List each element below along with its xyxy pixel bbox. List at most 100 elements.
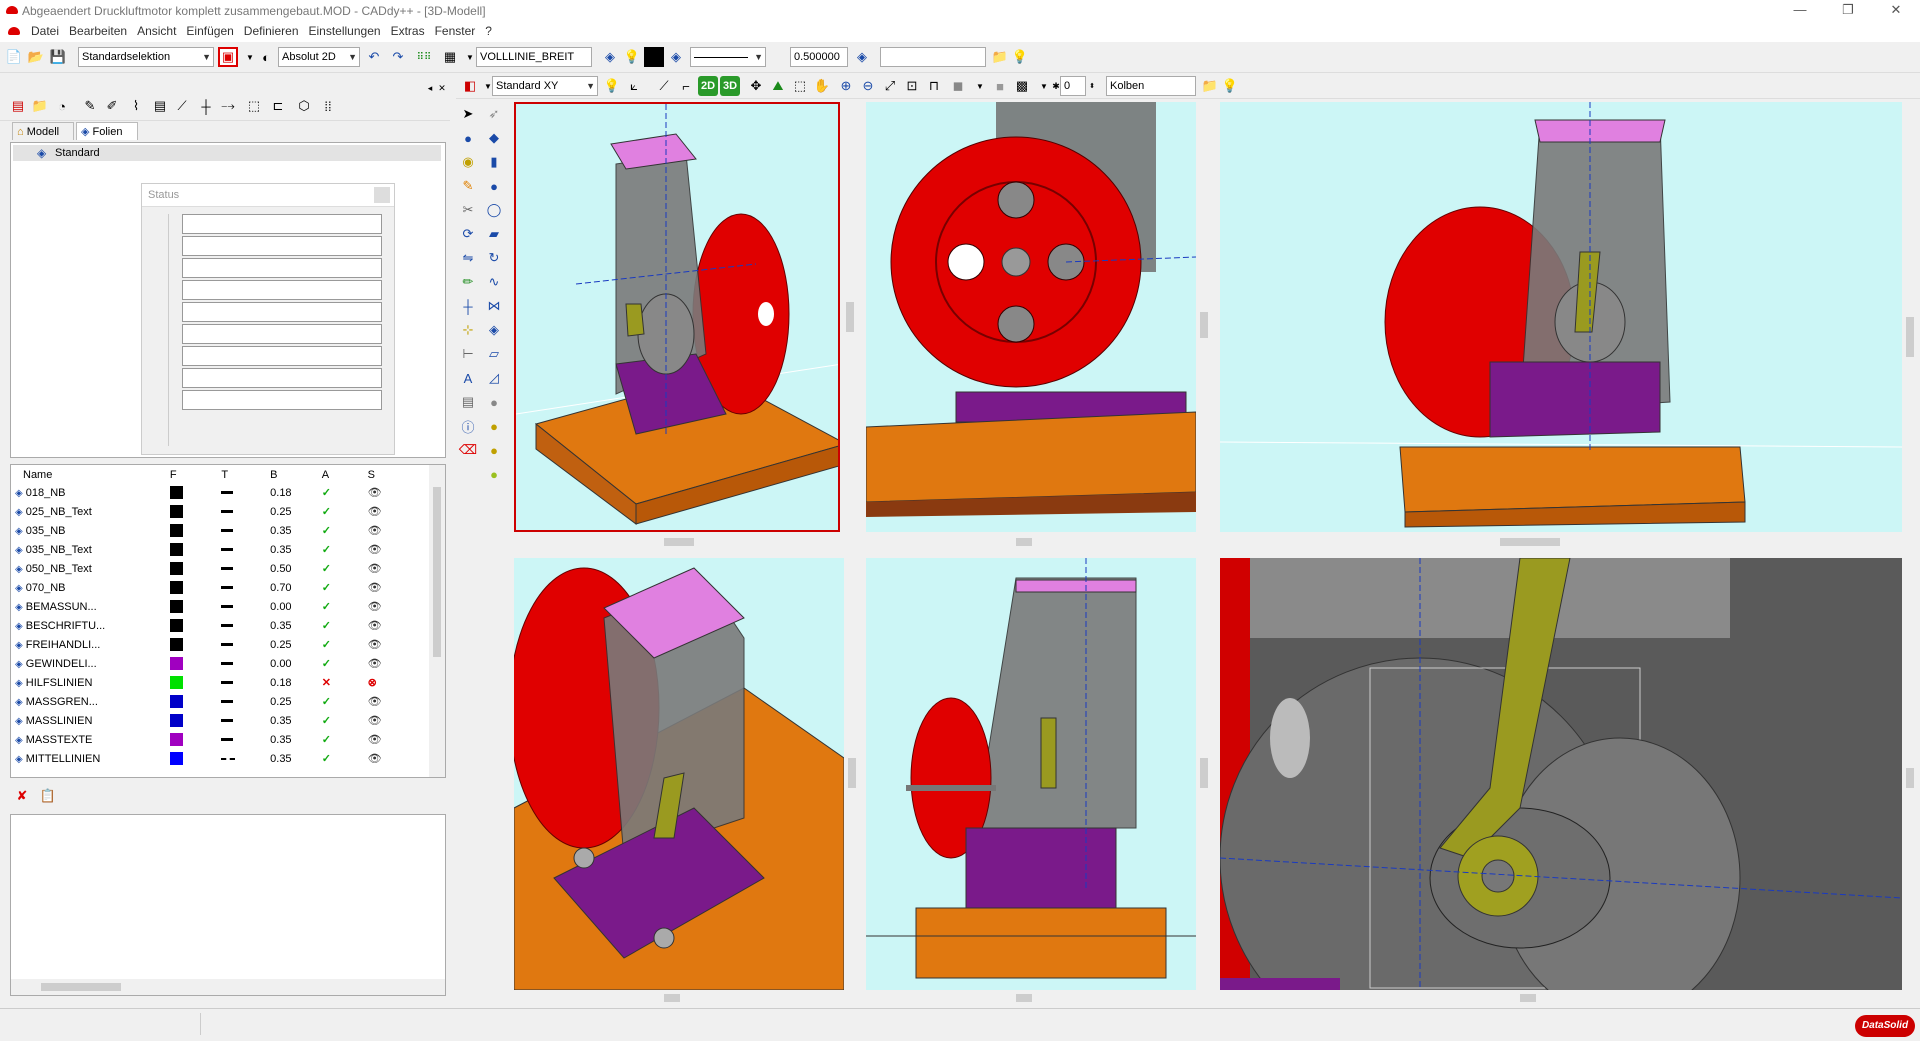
extrude-icon[interactable]: ▰ [484, 224, 504, 244]
sphere-yellow-icon[interactable]: ● [484, 440, 504, 460]
check-icon[interactable]: ✓ [322, 487, 331, 499]
tab-modell[interactable]: ⌂ Modell [12, 122, 74, 140]
viewport-detail[interactable] [1220, 558, 1902, 990]
edge-icon[interactable]: ⌐ [676, 76, 696, 96]
cube-icon[interactable]: ⬡ [294, 96, 314, 116]
check-icon[interactable]: ✓ [322, 601, 331, 613]
eye-hidden-icon[interactable]: ⊗ [368, 677, 377, 689]
viewport-iso-1[interactable] [514, 102, 840, 532]
status-field[interactable] [182, 280, 382, 300]
layer-row[interactable]: ◈ MASSLINIEN 0.35 ✓ 👁 [15, 711, 425, 730]
menu-einfuegen[interactable]: Einfügen [181, 22, 238, 40]
column-b[interactable]: B [270, 467, 322, 483]
viewport-iso-1-hscroll[interactable] [514, 534, 842, 550]
eye-icon[interactable]: 👁 [368, 620, 382, 632]
zoom-fit-icon[interactable]: ⊡ [902, 76, 922, 96]
layer-row[interactable]: ◈ 035_NB 0.35 ✓ 👁 [15, 521, 425, 540]
pan-hand-icon[interactable]: ✋ [812, 76, 832, 96]
check-icon[interactable]: ✓ [322, 715, 331, 727]
shade-icon[interactable]: ■ [990, 76, 1010, 96]
eye-icon[interactable]: 👁 [368, 525, 382, 537]
redo-icon[interactable]: ↷ [388, 47, 408, 67]
hscroll-thumb[interactable] [664, 994, 680, 1002]
line-width-field[interactable]: 0.500000 [790, 47, 848, 67]
layer-folder-icon[interactable]: 📁 [990, 47, 1010, 67]
slot-icon[interactable]: ⊏ [268, 96, 288, 116]
check-icon[interactable]: ✓ [322, 620, 331, 632]
layer-row[interactable]: ◈ 035_NB_Text 0.35 ✓ 👁 [15, 540, 425, 559]
print-icon[interactable]: ▤ [8, 96, 28, 116]
viewport-top-iso-vscroll[interactable] [844, 558, 860, 990]
sphere-icon[interactable]: ● [458, 128, 478, 148]
viewport-front[interactable] [866, 558, 1196, 990]
color-swatch-icon[interactable] [644, 47, 664, 67]
layer-color-swatch[interactable] [169, 752, 183, 765]
menu-ansicht[interactable]: Ansicht [132, 22, 181, 40]
check-icon[interactable]: ✓ [322, 563, 331, 575]
status-field[interactable] [182, 302, 382, 322]
vscroll-thumb[interactable] [846, 302, 854, 332]
menu-datei[interactable]: Datei [26, 22, 64, 40]
point-icon[interactable]: ┼ [458, 296, 478, 316]
viewport-side-1-vscroll[interactable] [1196, 102, 1212, 532]
eye-icon[interactable]: 👁 [368, 544, 382, 556]
eye-icon[interactable]: 👁 [368, 715, 382, 727]
view-2d-button[interactable]: 2D [698, 76, 718, 96]
box-icon[interactable]: ⬚ [244, 96, 264, 116]
spin-updown-icon[interactable]: ⬍ [1086, 76, 1098, 96]
check-icon[interactable]: ✓ [322, 696, 331, 708]
part-folder-icon[interactable]: 📁 [1200, 76, 1220, 96]
eye-icon[interactable]: 👁 [368, 563, 382, 575]
layer-row[interactable]: ◈ FREIHANDLI... 0.25 ✓ 👁 [15, 635, 425, 654]
lightbulb-icon[interactable]: 💡 [622, 47, 642, 67]
layer-row[interactable]: ◈ BESCHRIFTU... 0.35 ✓ 👁 [15, 616, 425, 635]
zoom-window-icon[interactable]: ⬚ [790, 76, 810, 96]
view-3d-button[interactable]: 3D [720, 76, 740, 96]
coord-mode-select[interactable]: Absolut 2D ▼ [278, 47, 360, 67]
fillet-icon[interactable]: ◿ [484, 368, 504, 388]
viewport-front-hscroll[interactable] [866, 990, 1196, 1006]
hscroll-thumb[interactable] [664, 538, 694, 546]
layer-list-scroll-thumb[interactable] [433, 487, 441, 657]
column-a[interactable]: A [322, 467, 368, 483]
menu-extras[interactable]: Extras [386, 22, 430, 40]
eye-icon[interactable]: 👁 [368, 734, 382, 746]
snap-icon[interactable]: ⊹ [458, 320, 478, 340]
sphere-grey-icon[interactable]: ● [484, 392, 504, 412]
grid-icon[interactable]: ⠿⠿ [414, 47, 434, 67]
viewport-front-vscroll[interactable] [1196, 558, 1212, 990]
measure-icon[interactable]: ⟋ [654, 76, 674, 96]
layer-row[interactable]: ◈ GEWINDELI... 0.00 ✓ 👁 [15, 654, 425, 673]
vscroll-thumb[interactable] [1906, 317, 1914, 357]
eye-icon[interactable]: 👁 [368, 506, 382, 518]
layer-row[interactable]: ◈ 050_NB_Text 0.50 ✓ 👁 [15, 559, 425, 578]
hscroll-thumb[interactable] [1016, 538, 1032, 546]
brush-icon[interactable]: ⌇ [126, 96, 146, 116]
menu-definieren[interactable]: Definieren [239, 22, 304, 40]
section-icon[interactable]: ⊓ [924, 76, 944, 96]
check-icon[interactable]: ✓ [322, 639, 331, 651]
layer-color-swatch[interactable] [169, 562, 183, 575]
dots-grid-icon[interactable]: ⁞⁞ [318, 96, 338, 116]
vscroll-thumb[interactable] [1906, 768, 1914, 788]
hscroll-thumb[interactable] [1016, 994, 1032, 1002]
eye-icon[interactable]: 👁 [368, 487, 382, 499]
layer-color-swatch[interactable] [169, 695, 183, 708]
walk-icon[interactable]: ⛰ [768, 76, 788, 96]
layer-color-swatch[interactable] [169, 581, 183, 594]
snap-target-icon[interactable]: ◐ [256, 47, 276, 67]
trim-icon[interactable]: ⟋ [172, 96, 192, 116]
layer-color-swatch[interactable] [169, 733, 183, 746]
layer-row[interactable]: ◈ 070_NB 0.70 ✓ 👁 [15, 578, 425, 597]
eye-icon[interactable]: 👁 [368, 601, 382, 613]
new-file-icon[interactable]: 📄 [4, 47, 24, 67]
folder-icon[interactable]: 📁 [30, 96, 50, 116]
hatch-icon[interactable]: ▤ [150, 96, 170, 116]
view-plane-select[interactable]: Standard XY ▼ [492, 76, 598, 96]
layers-icon[interactable]: ◈ [666, 47, 686, 67]
lightbulb-icon[interactable]: 💡 [1010, 47, 1030, 67]
viewport-iso-2-vscroll[interactable] [1902, 102, 1918, 532]
viewport-iso-1-vscroll[interactable] [842, 102, 858, 532]
check-icon[interactable]: ✓ [322, 658, 331, 670]
cross-icon[interactable]: ✕ [322, 677, 331, 689]
